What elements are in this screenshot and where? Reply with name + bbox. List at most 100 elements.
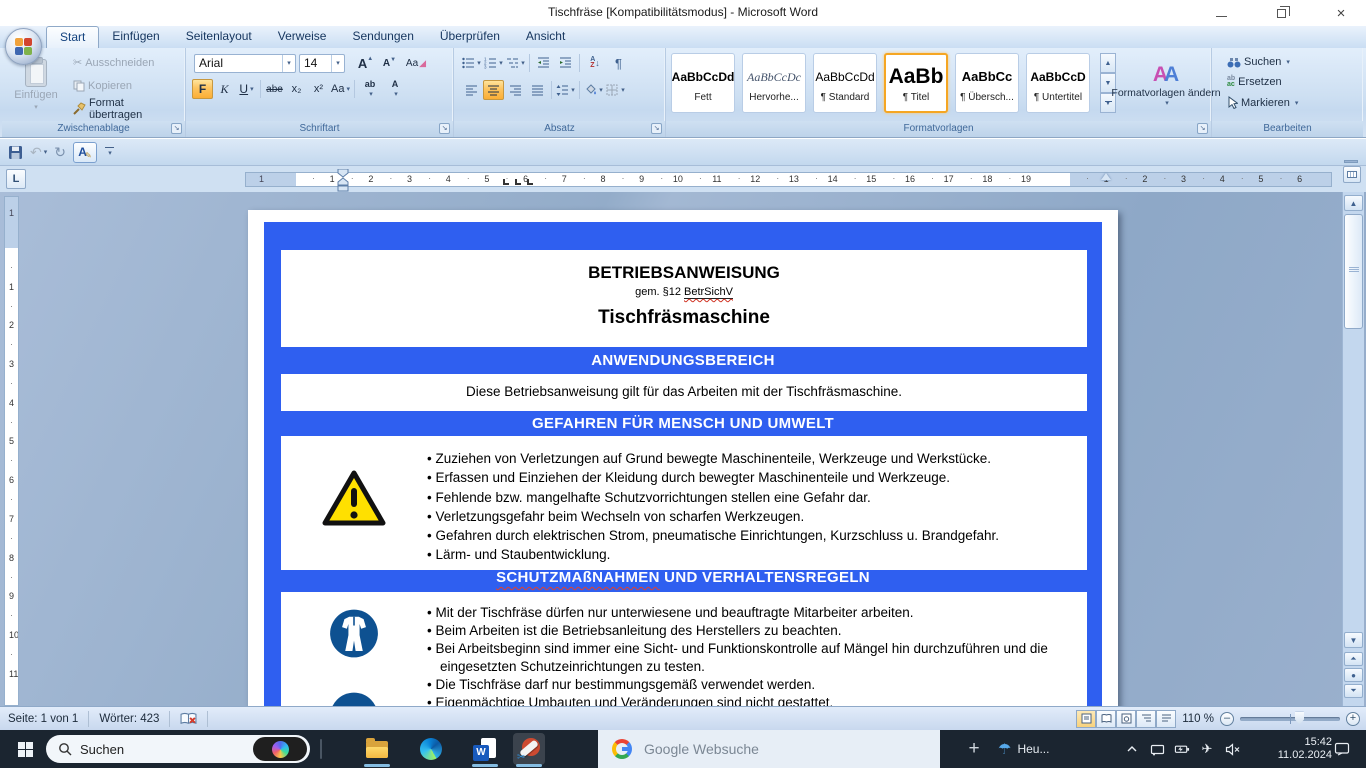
ribbon-tab[interactable]: Überprüfen — [427, 26, 513, 48]
copilot-button[interactable] — [253, 737, 307, 761]
battery-charging-icon[interactable] — [1174, 743, 1190, 755]
tab-stop-selector[interactable]: L — [6, 169, 26, 189]
font-name-combo[interactable]: Arial ▾ — [194, 54, 296, 73]
vertical-ruler[interactable]: 1 1234567891011 — [4, 196, 19, 706]
align-left-button[interactable] — [461, 80, 482, 100]
vertical-scrollbar[interactable]: ▲ ▼ ⏶ ● ⏷ — [1342, 192, 1364, 706]
zoom-out-button[interactable]: – — [1220, 712, 1234, 726]
qat-customize-button[interactable] — [104, 147, 116, 157]
style-card[interactable]: AaBbCcDc Hervorhe... — [742, 53, 806, 113]
line-spacing-button[interactable] — [555, 80, 576, 100]
clipboard-dialog-launcher[interactable]: ↘ — [171, 123, 182, 134]
replace-button[interactable]: abac Ersetzen — [1222, 74, 1363, 90]
gallery-up-icon[interactable]: ▲ — [1100, 53, 1116, 73]
zoom-slider[interactable] — [1240, 717, 1340, 721]
document-page[interactable]: BETRIEBSANWEISUNG gem. §12 BetrSichV Tis… — [248, 210, 1118, 706]
airplane-mode-icon[interactable]: ✈ — [1199, 741, 1215, 757]
cast-screen-icon[interactable] — [1149, 743, 1165, 756]
superscript-button[interactable]: x² — [308, 79, 329, 99]
font-dialog-launcher[interactable]: ↘ — [439, 123, 450, 134]
highlight-button[interactable]: ab — [358, 79, 382, 99]
horizontal-ruler[interactable]: 1 12345678910111213141516171819 123456 — [245, 172, 1332, 187]
copy-button[interactable]: Kopieren — [68, 75, 185, 96]
font-color-button[interactable]: A — [383, 79, 407, 99]
scroll-thumb[interactable] — [1344, 214, 1363, 329]
ribbon-tab[interactable]: Sendungen — [339, 26, 426, 48]
print-layout-view-button[interactable] — [1076, 710, 1096, 728]
scroll-up-icon[interactable]: ▲ — [1344, 195, 1363, 211]
style-card[interactable]: AaBb ¶ Titel — [884, 53, 948, 113]
right-indent-marker[interactable] — [1101, 173, 1111, 180]
save-button[interactable] — [8, 145, 23, 160]
bold-button[interactable]: F — [192, 79, 213, 99]
borders-button[interactable] — [605, 80, 626, 100]
align-right-button[interactable] — [505, 80, 526, 100]
multilevel-list-button[interactable] — [505, 53, 526, 73]
zoom-level[interactable]: 110 % — [1182, 713, 1214, 725]
snipping-tool-button[interactable]: ✂ — [513, 733, 545, 765]
subscript-button[interactable]: x₂ — [286, 79, 307, 99]
ruler-toggle-button[interactable] — [1343, 166, 1361, 183]
show-paragraph-marks-button[interactable]: ¶ — [608, 53, 629, 73]
page-indicator[interactable]: Seite: 1 von 1 — [8, 713, 78, 725]
next-page-button[interactable]: ⏷ — [1344, 684, 1363, 698]
style-card[interactable]: AaBbCcDd ¶ Standard — [813, 53, 877, 113]
restore-button[interactable] — [1266, 2, 1296, 24]
sort-button[interactable]: AZ ↓ — [583, 53, 607, 73]
new-item-button[interactable]: + — [962, 730, 986, 768]
browse-object-button[interactable]: ● — [1344, 668, 1363, 682]
split-handle[interactable] — [1344, 160, 1358, 163]
ribbon-tab[interactable]: Start — [46, 26, 99, 48]
clear-formatting-button[interactable]: Aa◢ — [403, 53, 429, 73]
font-size-caret-icon[interactable]: ▾ — [331, 55, 344, 72]
zoom-slider-thumb[interactable] — [1295, 712, 1304, 725]
fullscreen-reading-view-button[interactable] — [1096, 710, 1116, 728]
office-button[interactable] — [5, 28, 42, 65]
previous-page-button[interactable]: ⏶ — [1344, 652, 1363, 666]
grow-font-button[interactable]: A▲ — [355, 53, 376, 73]
weather-widget[interactable]: ☂ Heu... — [998, 730, 1049, 768]
numbered-list-button[interactable]: 123 — [483, 53, 504, 73]
web-layout-view-button[interactable] — [1116, 710, 1136, 728]
cut-button[interactable]: ✂ Ausschneiden — [68, 52, 185, 73]
format-painter-button[interactable]: Format übertragen — [68, 98, 185, 119]
paragraph-dialog-launcher[interactable]: ↘ — [651, 123, 662, 134]
volume-muted-icon[interactable] — [1224, 743, 1240, 756]
increase-indent-button[interactable] — [555, 53, 576, 73]
start-button[interactable] — [10, 730, 40, 768]
outline-view-button[interactable] — [1136, 710, 1156, 728]
redo-button[interactable]: ↻ — [54, 144, 66, 161]
shading-button[interactable] — [583, 80, 604, 100]
change-case-button[interactable]: Aa — [330, 79, 351, 99]
align-center-button[interactable] — [483, 80, 504, 100]
minimize-button[interactable] — [1206, 2, 1236, 24]
select-button[interactable]: Markieren — [1222, 94, 1363, 111]
style-card[interactable]: AaBbCcDd Fett — [671, 53, 735, 113]
styles-dialog-launcher[interactable]: ↘ — [1197, 123, 1208, 134]
word-button[interactable]: W — [469, 733, 501, 765]
spellcheck-status-icon[interactable] — [180, 712, 197, 726]
justify-button[interactable] — [527, 80, 548, 100]
notification-center-button[interactable] — [1334, 730, 1350, 768]
style-format-button[interactable]: A✎ — [73, 142, 97, 163]
change-styles-button[interactable]: AA Formatvorlagen ändern — [1124, 52, 1208, 118]
google-search-widget[interactable]: Google Websuche — [598, 730, 940, 768]
ribbon-tab[interactable]: Ansicht — [513, 26, 578, 48]
word-count[interactable]: Wörter: 423 — [99, 713, 159, 725]
bullet-list-button[interactable] — [461, 53, 482, 73]
zoom-in-button[interactable]: + — [1346, 712, 1360, 726]
close-button[interactable]: × — [1326, 2, 1356, 24]
taskbar-clock[interactable]: 15:42 11.02.2024 — [1272, 730, 1332, 768]
font-size-combo[interactable]: 14 ▾ — [299, 54, 345, 73]
italic-button[interactable]: K — [214, 79, 235, 99]
scroll-down-icon[interactable]: ▼ — [1344, 632, 1363, 648]
ribbon-tab[interactable]: Einfügen — [99, 26, 172, 48]
find-button[interactable]: Suchen — [1222, 54, 1363, 70]
tray-chevron-icon[interactable] — [1124, 743, 1140, 755]
taskbar-search-box[interactable]: Suchen — [46, 735, 310, 763]
ribbon-tab[interactable]: Verweise — [265, 26, 340, 48]
underline-button[interactable]: U — [236, 79, 257, 99]
undo-button[interactable]: ↶ — [30, 144, 47, 161]
edge-button[interactable] — [415, 733, 447, 765]
style-card[interactable]: AaBbCc ¶ Übersch... — [955, 53, 1019, 113]
